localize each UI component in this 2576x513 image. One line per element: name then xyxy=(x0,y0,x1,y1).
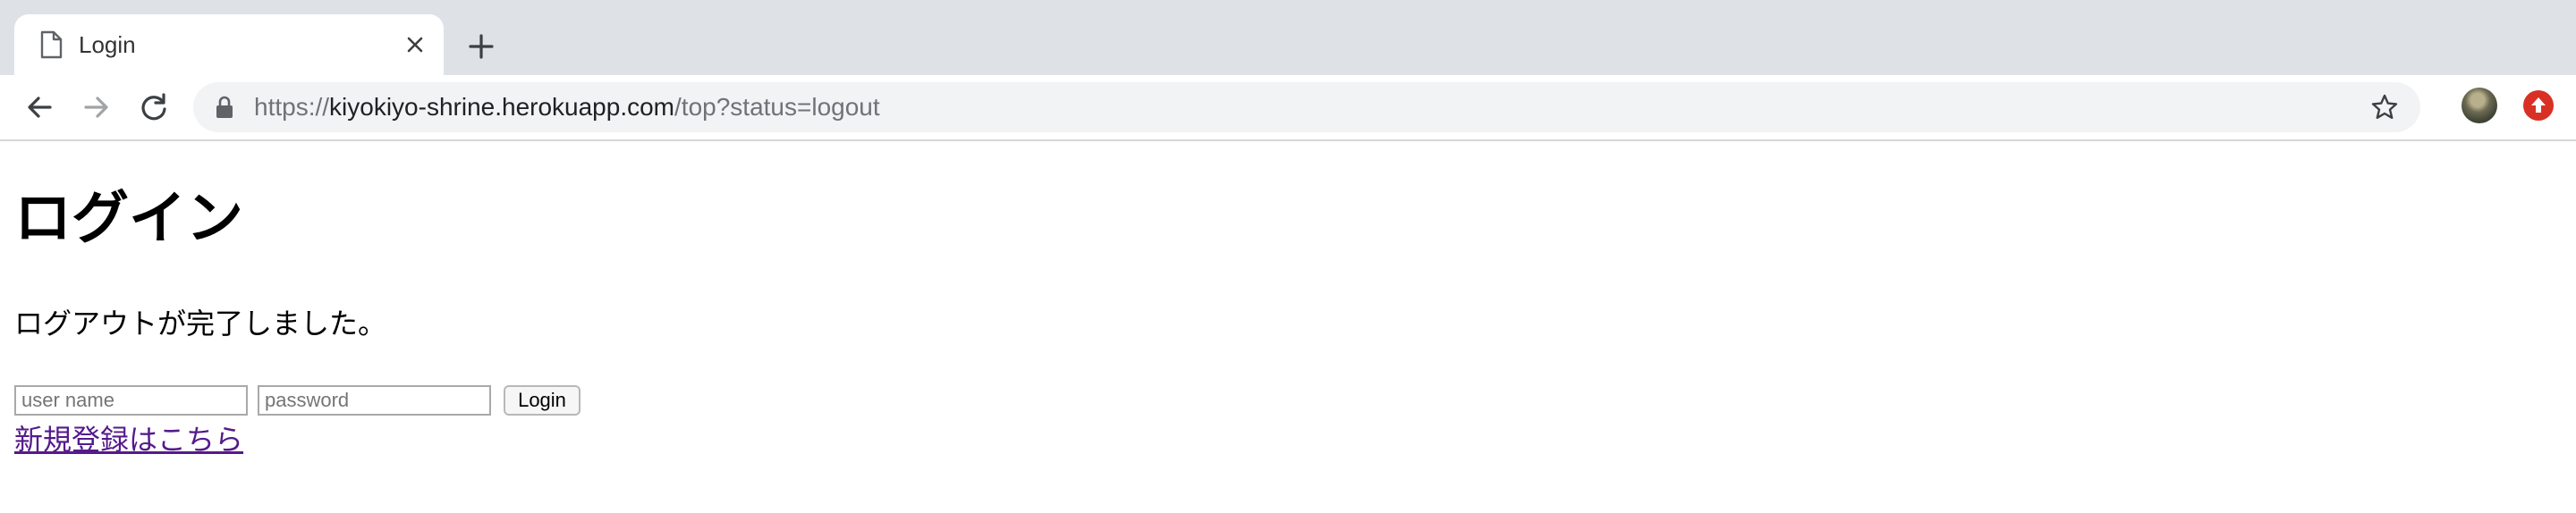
forward-icon[interactable] xyxy=(77,88,116,127)
browser-tab-login[interactable]: Login xyxy=(14,14,444,75)
new-tab-icon[interactable] xyxy=(462,27,501,66)
browser-toolbar: https://kiyokiyo-shrine.herokuapp.com/to… xyxy=(0,75,2576,141)
username-input[interactable] xyxy=(14,385,248,416)
back-icon[interactable] xyxy=(20,88,59,127)
password-input[interactable] xyxy=(258,385,491,416)
update-icon[interactable] xyxy=(2522,89,2555,122)
login-button[interactable]: Login xyxy=(504,385,580,416)
url-path: /top?status=logout xyxy=(674,93,880,121)
profile-avatar[interactable] xyxy=(2462,88,2497,123)
close-icon[interactable] xyxy=(399,29,431,61)
logout-message: ログアウトが完了しました。 xyxy=(14,307,387,341)
tab-title: Login xyxy=(79,31,136,58)
address-bar[interactable]: https://kiyokiyo-shrine.herokuapp.com/to… xyxy=(193,82,2420,132)
document-icon xyxy=(40,30,63,59)
reload-icon[interactable] xyxy=(134,88,174,127)
tab-strip: Login xyxy=(0,0,2576,75)
lock-icon[interactable] xyxy=(215,95,234,120)
star-icon[interactable] xyxy=(2370,93,2399,122)
url-scheme: https:// xyxy=(254,93,330,121)
signup-link[interactable]: 新規登録はこちら xyxy=(14,422,243,458)
page-title: ログイン xyxy=(14,186,243,252)
url-host: kiyokiyo-shrine.herokuapp.com xyxy=(329,93,675,121)
url-text[interactable]: https://kiyokiyo-shrine.herokuapp.com/to… xyxy=(254,82,880,132)
